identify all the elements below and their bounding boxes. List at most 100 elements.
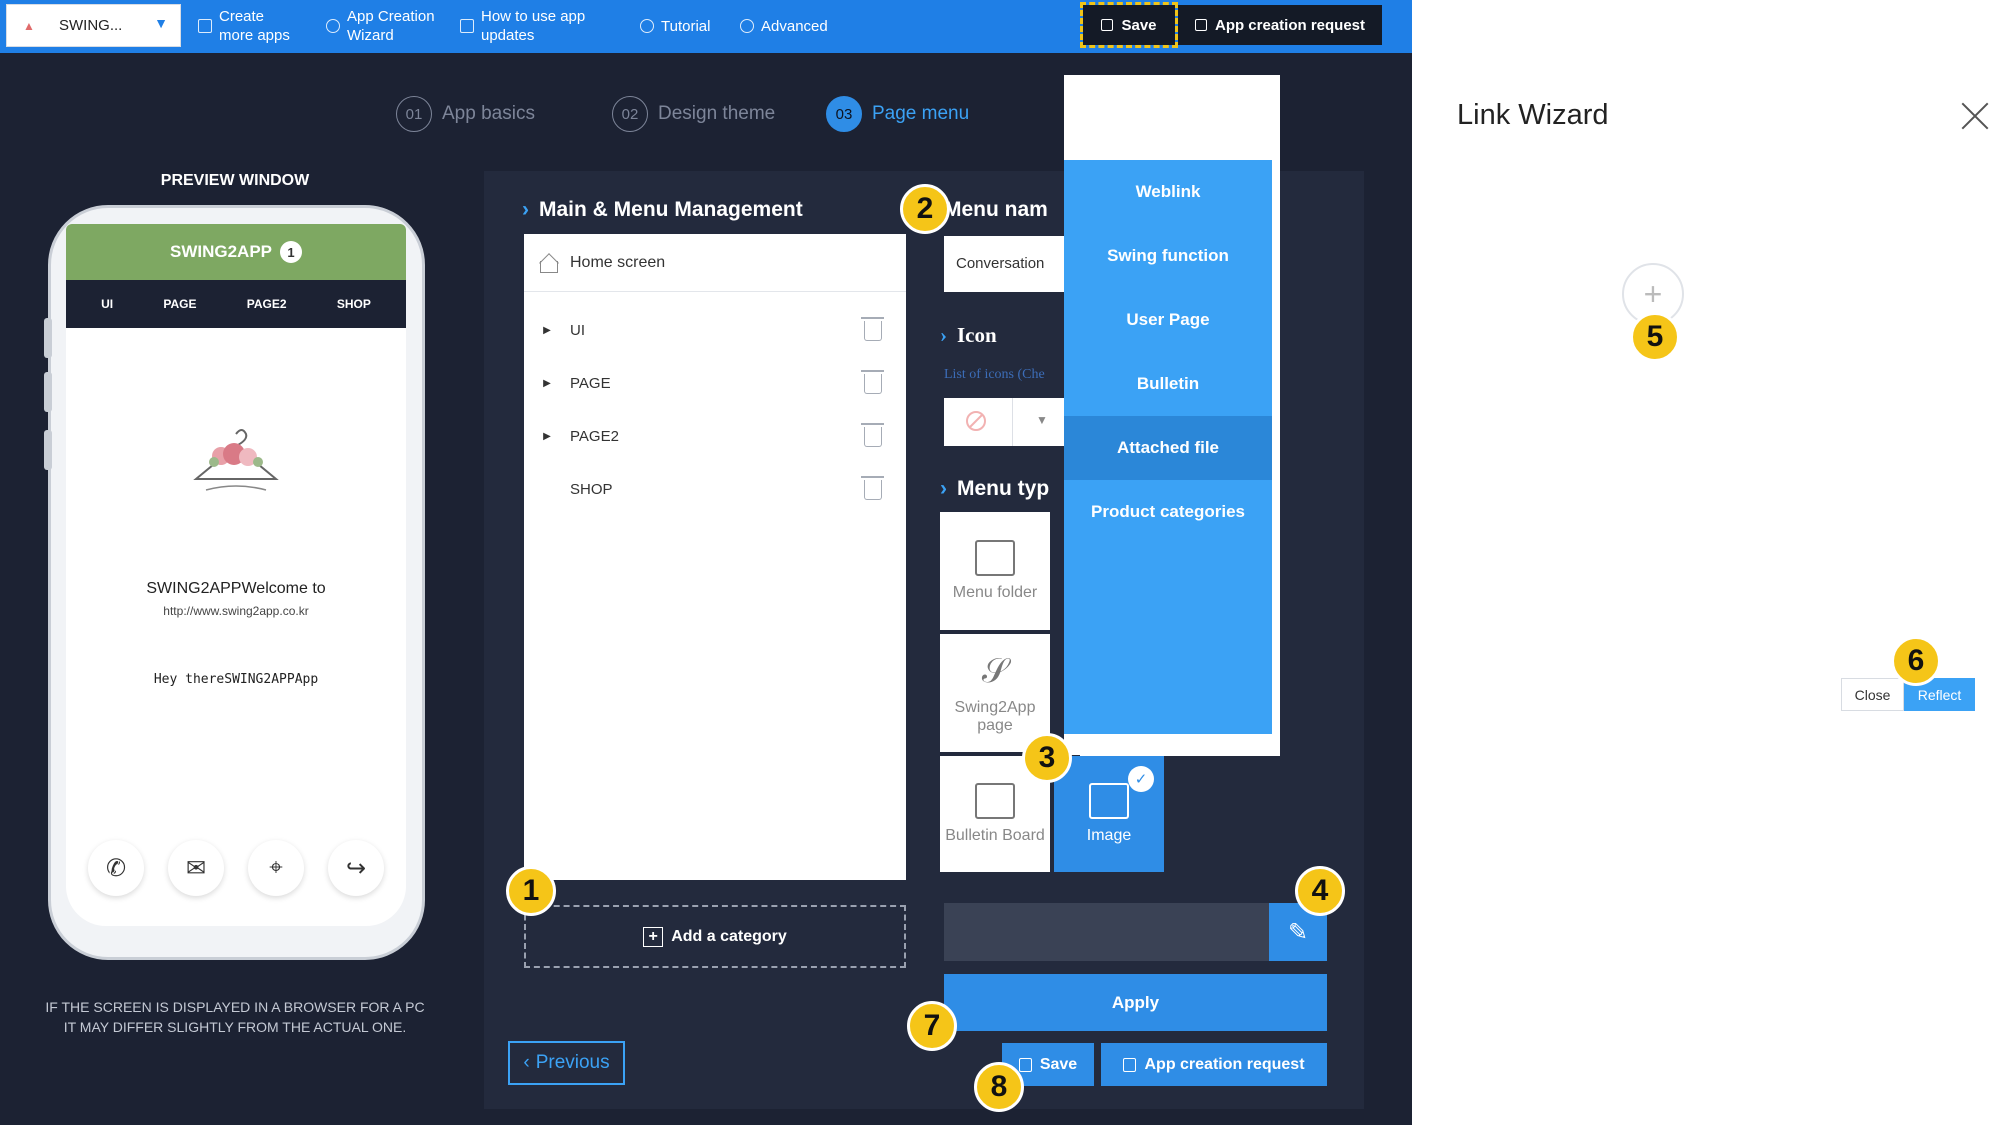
dropdown-item-bulletin[interactable]: Bulletin <box>1064 352 1272 416</box>
app-creation-request-button[interactable]: App creation request <box>1101 1043 1327 1086</box>
step-label: Design theme <box>658 103 776 124</box>
tutorial-link[interactable]: Tutorial <box>640 4 710 48</box>
callout-marker: 7 <box>907 1001 957 1051</box>
expand-arrow-icon[interactable]: ▶ <box>536 378 558 389</box>
preview-nav-item[interactable]: PAGE <box>163 297 196 311</box>
menu-type-label: Swing2App page <box>954 699 1036 734</box>
callout-marker: 5 <box>1630 312 1680 362</box>
trash-icon[interactable] <box>861 422 884 447</box>
preview-nav-item[interactable]: PAGE2 <box>247 297 287 311</box>
dropdown-item-user-page[interactable]: User Page <box>1064 288 1272 352</box>
trash-icon[interactable] <box>861 475 884 500</box>
preview-window-title: PREVIEW WINDOW <box>160 172 310 189</box>
category-item-page[interactable]: ▶ PAGE <box>524 357 906 410</box>
app-select-dropdown[interactable]: ▲ SWING... ▼ <box>6 4 181 47</box>
menu-type-image[interactable]: ✓ Image <box>1054 756 1164 872</box>
preview-note-line2: IT MAY DIFFER SLIGHTLY FROM THE ACTUAL O… <box>63 1019 407 1035</box>
step-page-menu[interactable]: 03 Page menu <box>826 96 969 132</box>
category-label: PAGE2 <box>570 428 619 445</box>
chevron-down-icon: ▼ <box>1036 413 1048 427</box>
dropdown-item-product-categories[interactable]: Product categories <box>1064 480 1272 544</box>
preview-nav-bar: UI PAGE PAGE2 SHOP <box>66 280 406 328</box>
close-icon[interactable] <box>1957 98 1993 134</box>
plus-square-icon: + <box>643 926 664 947</box>
dropdown-item-weblink[interactable]: Weblink <box>1064 160 1272 224</box>
dropdown-item-attached-file[interactable]: Attached file <box>1064 416 1272 480</box>
previous-button[interactable]: ‹ Previous <box>508 1041 625 1085</box>
menu-name-title: Menu nam <box>944 198 1048 221</box>
phone-side-button <box>44 430 52 470</box>
home-screen-item[interactable]: Home screen <box>524 234 906 292</box>
location-pin-icon[interactable]: ⌖ <box>248 840 304 896</box>
preview-body-text: Hey thereSWING2APPApp <box>153 672 319 687</box>
step-design-theme[interactable]: 02 Design theme <box>612 96 775 132</box>
menu-type-swing2app-page[interactable]: 𝒮 Swing2App page <box>940 634 1050 752</box>
app-creation-request-button-top[interactable]: App creation request <box>1178 5 1382 45</box>
expand-arrow-icon[interactable]: ▶ <box>536 431 558 442</box>
category-label: UI <box>570 322 585 339</box>
plus-icon: + <box>1643 275 1663 312</box>
category-item-ui[interactable]: ▶ UI <box>524 304 906 357</box>
phone-side-button <box>44 318 52 358</box>
advanced-label: Advanced <box>761 17 828 35</box>
dropdown-item-swing-function[interactable]: Swing function <box>1064 224 1272 288</box>
preview-dock: ✆ ✉ ⌖ ↪ <box>66 840 406 896</box>
step-number: 01 <box>396 96 432 132</box>
wand-icon <box>326 19 340 33</box>
add-category-button[interactable]: + Add a category <box>524 905 906 968</box>
preview-app-header: SWING2APP 1 <box>66 224 406 280</box>
app-logo-icon: ▲ <box>23 19 35 33</box>
no-icon-symbol <box>966 411 986 431</box>
menu-type-title: › Menu typ <box>940 477 1049 501</box>
preview-note-line1: IF THE SCREEN IS DISPLAYED IN A BROWSER … <box>45 999 425 1015</box>
tutorial-label: Tutorial <box>661 17 711 35</box>
share-arrow-icon[interactable]: ↪ <box>328 840 384 896</box>
expand-arrow-icon[interactable]: ▶ <box>536 325 558 336</box>
preview-url-text: http://www.swing2app.co.kr <box>163 604 309 618</box>
create-more-apps-link[interactable]: Create more apps <box>198 4 290 48</box>
notification-badge: 1 <box>280 241 303 263</box>
save-label: Save <box>1039 1055 1078 1073</box>
callout-marker: 1 <box>506 866 556 916</box>
create-more-apps-line2: more apps <box>219 27 290 44</box>
list-icon <box>975 783 1015 819</box>
document-icon <box>1123 1057 1137 1072</box>
window-icon <box>198 19 212 33</box>
chevron-down-icon: ▼ <box>154 15 168 31</box>
gear-icon <box>740 19 754 33</box>
previous-label: Previous <box>535 1052 610 1073</box>
save-button-top[interactable]: Save <box>1080 2 1178 48</box>
step-number: 02 <box>612 96 648 132</box>
icon-section-label: Icon <box>957 323 997 347</box>
menu-name-input[interactable]: Conversation <box>944 236 1064 292</box>
advanced-link[interactable]: Advanced <box>740 4 828 48</box>
phone-icon[interactable]: ✆ <box>88 840 144 896</box>
add-category-label: Add a category <box>671 927 787 945</box>
category-item-shop[interactable]: SHOP <box>524 463 906 516</box>
link-url-input[interactable] <box>944 903 1269 961</box>
step-app-basics[interactable]: 01 App basics <box>396 96 535 132</box>
menu-type-folder[interactable]: Menu folder <box>940 512 1050 630</box>
app-creation-wizard-link[interactable]: App Creation Wizard <box>326 4 435 48</box>
category-item-page2[interactable]: ▶ PAGE2 <box>524 410 906 463</box>
wizard-close-button[interactable]: Close <box>1841 678 1904 711</box>
preview-nav-item[interactable]: SHOP <box>337 297 371 311</box>
preview-disclaimer: IF THE SCREEN IS DISPLAYED IN A BROWSER … <box>20 997 450 1037</box>
top-toolbar: ▲ SWING... ▼ Create more apps App Creatio… <box>0 0 1412 53</box>
icon-select-dropdown[interactable]: ▼ <box>944 398 1064 446</box>
how-to-use-updates-link[interactable]: How to use app updates <box>460 4 585 48</box>
trash-icon[interactable] <box>861 369 884 394</box>
apply-button[interactable]: Apply <box>944 974 1327 1031</box>
mail-icon[interactable]: ✉ <box>168 840 224 896</box>
pencil-icon: ✎ <box>1287 918 1309 946</box>
app-request-label: App creation request <box>1144 1055 1305 1073</box>
main-menu-management-title: › Main & Menu Management <box>522 198 803 222</box>
folder-icon <box>975 540 1015 576</box>
menu-type-label: Menu folder <box>952 584 1038 601</box>
preview-nav-item[interactable]: UI <box>101 297 113 311</box>
chevron-left-icon: ‹ <box>523 1052 530 1073</box>
menu-tree: Home screen ▶ UI ▶ PAGE ▶ PAGE2 SHOP <box>524 234 906 880</box>
floppy-disk-icon <box>1101 19 1114 31</box>
dropdown-divider <box>1012 398 1013 446</box>
trash-icon[interactable] <box>861 316 884 341</box>
